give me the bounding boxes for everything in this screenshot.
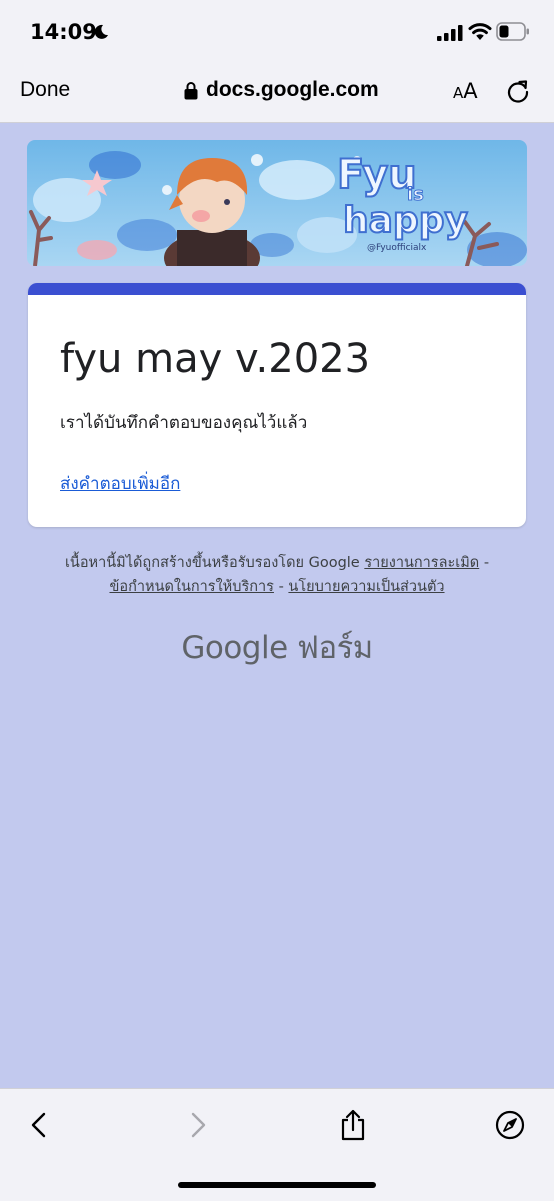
done-button[interactable]: Done <box>20 78 70 102</box>
share-icon[interactable] <box>337 1109 369 1141</box>
browser-nav-bar: Done docs.google.com AA <box>0 62 554 123</box>
form-title: fyu may v.2023 <box>60 336 371 382</box>
reload-icon[interactable] <box>505 78 531 104</box>
submit-another-response-link[interactable]: ส่งคำตอบเพิ่มอีก <box>60 470 180 497</box>
moon-icon <box>94 24 108 39</box>
footer-separator: - <box>483 555 490 571</box>
text-size-button[interactable]: AA <box>453 79 478 103</box>
card-accent-bar <box>28 283 526 295</box>
home-indicator <box>178 1182 376 1188</box>
wifi-icon <box>468 23 492 40</box>
back-icon[interactable] <box>24 1109 56 1141</box>
address-bar[interactable]: docs.google.com <box>184 76 379 104</box>
privacy-policy-link[interactable]: นโยบายความเป็นส่วนตัว <box>288 579 444 595</box>
banner-title-line1: Fyu <box>337 152 417 198</box>
footer-disclaimer: เนื้อหานี้มิได้ถูกสร้างขึ้นหรือรับรองโดย… <box>20 551 534 599</box>
battery-icon <box>496 22 529 41</box>
banner-title-line3: happy <box>343 200 468 241</box>
form-header-image: Fyu is happy @Fyuofficialx <box>27 140 527 266</box>
report-abuse-link[interactable]: รายงานการละเมิด <box>364 555 479 571</box>
google-forms-logo[interactable]: Google ฟอร์ม <box>0 622 554 672</box>
disclaimer-text: เนื้อหานี้มิได้ถูกสร้างขึ้นหรือรับรองโดย… <box>64 555 360 571</box>
terms-of-service-link[interactable]: ข้อกำหนดในการให้บริการ <box>109 579 273 595</box>
confirmation-card: fyu may v.2023 เราได้บันทึกคำตอบของคุณไว… <box>28 283 526 527</box>
forward-icon[interactable] <box>181 1109 213 1141</box>
url-text: docs.google.com <box>206 78 379 101</box>
status-bar: 14:09 <box>0 0 554 62</box>
banner-illustration: Fyu is happy @Fyuofficialx <box>27 140 527 266</box>
text-size-large-label: A <box>463 79 478 103</box>
status-time: 14:09 <box>30 20 97 44</box>
compass-icon[interactable] <box>494 1109 526 1141</box>
confirmation-message: เราได้บันทึกคำตอบของคุณไว้แล้ว <box>60 413 308 433</box>
signal-icon <box>437 25 463 41</box>
footer-separator: - <box>278 579 284 595</box>
text-size-small-label: A <box>453 84 464 102</box>
lock-icon <box>184 81 198 99</box>
banner-credit: @Fyuofficialx <box>367 243 427 253</box>
